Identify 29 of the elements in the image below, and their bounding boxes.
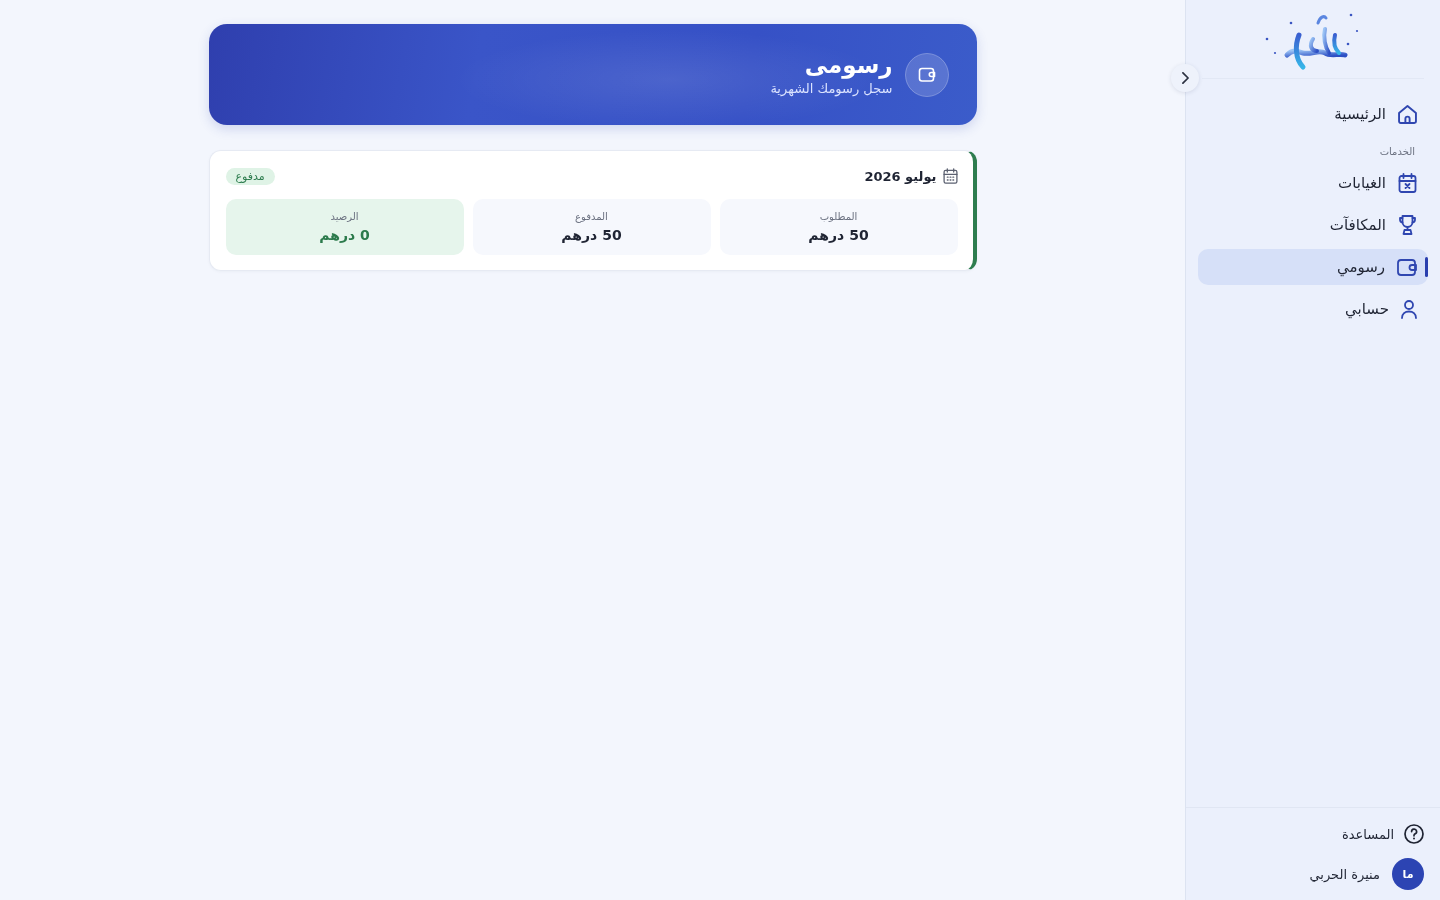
nav-item[interactable]: حسابي	[1198, 291, 1428, 327]
status-badge: مدفوع	[225, 167, 275, 185]
user-avatar: ما	[1392, 858, 1424, 890]
stat-label: المطلوب	[819, 211, 858, 222]
trophy-icon	[1398, 215, 1417, 235]
calendar-x-icon	[1398, 173, 1417, 193]
stat-value: 0 درهم	[319, 227, 370, 243]
stat-value: 50 درهم	[808, 227, 869, 243]
wallet-icon	[904, 52, 949, 97]
home-icon	[1398, 104, 1417, 124]
help-link[interactable]: المساعدة	[1341, 820, 1424, 848]
nav-item[interactable]: الرئيسية	[1198, 96, 1428, 132]
stat-value: 50 درهم	[561, 227, 622, 243]
chevron-right-icon	[1181, 72, 1189, 84]
nav-item[interactable]: المكافآت	[1198, 207, 1428, 243]
nav-item[interactable]: الغيابات	[1198, 165, 1428, 201]
nav-item[interactable]: رسومي	[1198, 249, 1428, 285]
stat-label: المدفوع	[575, 211, 608, 222]
user-name: منيرة الحربي	[1309, 866, 1380, 882]
page-subtitle: سجل رسومك الشهرية	[770, 81, 893, 99]
collapse-button[interactable]	[1171, 64, 1199, 92]
stat-label: الرصيد	[330, 211, 359, 222]
wallet-icon	[1397, 258, 1417, 276]
section-heading: الخدمات	[1379, 145, 1416, 159]
calendar-icon	[942, 168, 958, 184]
help-icon	[1404, 824, 1424, 844]
user-icon	[1401, 299, 1417, 319]
fee-month: يوليو 2026	[864, 168, 937, 184]
page-title: رسومى	[804, 50, 893, 80]
